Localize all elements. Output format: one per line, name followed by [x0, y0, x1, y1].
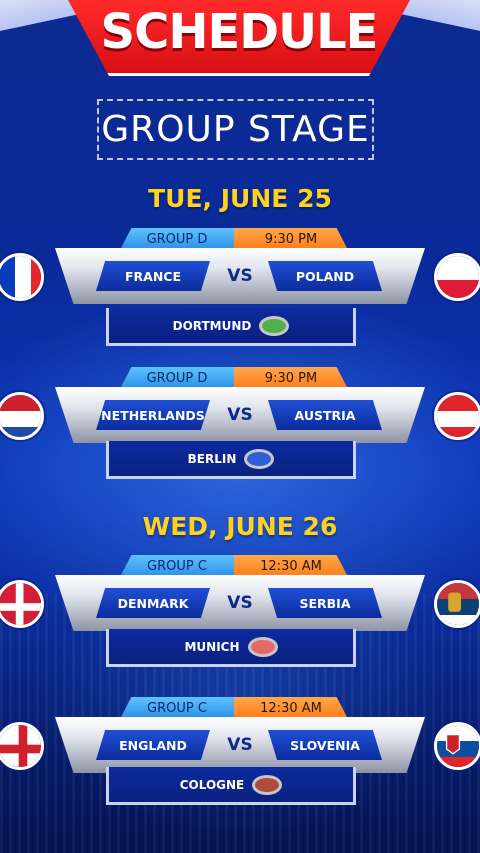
france-flag	[0, 253, 44, 301]
venue-box: BERLIN	[106, 441, 356, 479]
match-card: GROUP D 9:30 PM NETHERLANDS VS AUSTRIA B…	[0, 367, 480, 492]
day-label-2: WED, JUNE 26	[142, 512, 338, 541]
kickoff-time: 9:30 PM	[234, 367, 348, 389]
venue-box: MUNICH	[106, 629, 356, 667]
versus-label: VS	[227, 735, 253, 755]
group-label: GROUP D	[120, 228, 234, 250]
away-team: SERBIA	[268, 588, 382, 618]
venue-name: DORTMUND	[172, 318, 252, 333]
slovenia-flag	[434, 722, 480, 770]
group-label: GROUP C	[120, 697, 234, 719]
match-info-tag: GROUP C 12:30 AM	[120, 697, 348, 719]
away-team: SLOVENIA	[268, 730, 382, 760]
group-label: GROUP C	[120, 555, 234, 577]
netherlands-flag	[0, 392, 44, 440]
group-label: GROUP D	[120, 367, 234, 389]
day-label-1: TUE, JUNE 25	[148, 184, 332, 213]
england-flag	[0, 722, 44, 770]
austria-flag	[434, 392, 480, 440]
kickoff-time: 12:30 AM	[234, 555, 348, 577]
venue-name: MUNICH	[184, 639, 240, 654]
match-info-tag: GROUP D 9:30 PM	[120, 228, 348, 250]
versus-label: VS	[227, 593, 253, 613]
stadium-icon	[252, 774, 283, 795]
match-card: GROUP C 12:30 AM ENGLAND VS SLOVENIA COL…	[0, 697, 480, 822]
venue-box: DORTMUND	[106, 308, 356, 346]
serbia-flag	[434, 580, 480, 628]
match-info-tag: GROUP C 12:30 AM	[120, 555, 348, 577]
group-stage-label: GROUP STAGE	[101, 109, 370, 150]
stadium-icon	[259, 315, 290, 336]
venue-name: BERLIN	[187, 451, 237, 466]
poland-flag	[434, 253, 480, 301]
versus-label: VS	[227, 405, 253, 425]
match-card: GROUP C 12:30 AM DENMARK VS SERBIA MUNIC…	[0, 555, 480, 680]
venue-box: COLOGNE	[106, 767, 356, 805]
home-team: NETHERLANDS	[96, 400, 210, 430]
page-title: SCHEDULE	[100, 4, 379, 60]
home-team: ENGLAND	[96, 730, 210, 760]
kickoff-time: 12:30 AM	[234, 697, 348, 719]
stadium-icon	[244, 448, 275, 469]
home-team: DENMARK	[96, 588, 210, 618]
venue-name: COLOGNE	[179, 777, 245, 792]
away-team: POLAND	[268, 261, 382, 291]
group-stage-box: GROUP STAGE	[97, 99, 374, 160]
denmark-flag	[0, 580, 44, 628]
match-card: GROUP D 9:30 PM FRANCE VS POLAND DORTMUN…	[0, 228, 480, 353]
home-team: FRANCE	[96, 261, 210, 291]
versus-label: VS	[227, 266, 253, 286]
kickoff-time: 9:30 PM	[234, 228, 348, 250]
match-info-tag: GROUP D 9:30 PM	[120, 367, 348, 389]
away-team: AUSTRIA	[268, 400, 382, 430]
stadium-icon	[247, 636, 278, 657]
